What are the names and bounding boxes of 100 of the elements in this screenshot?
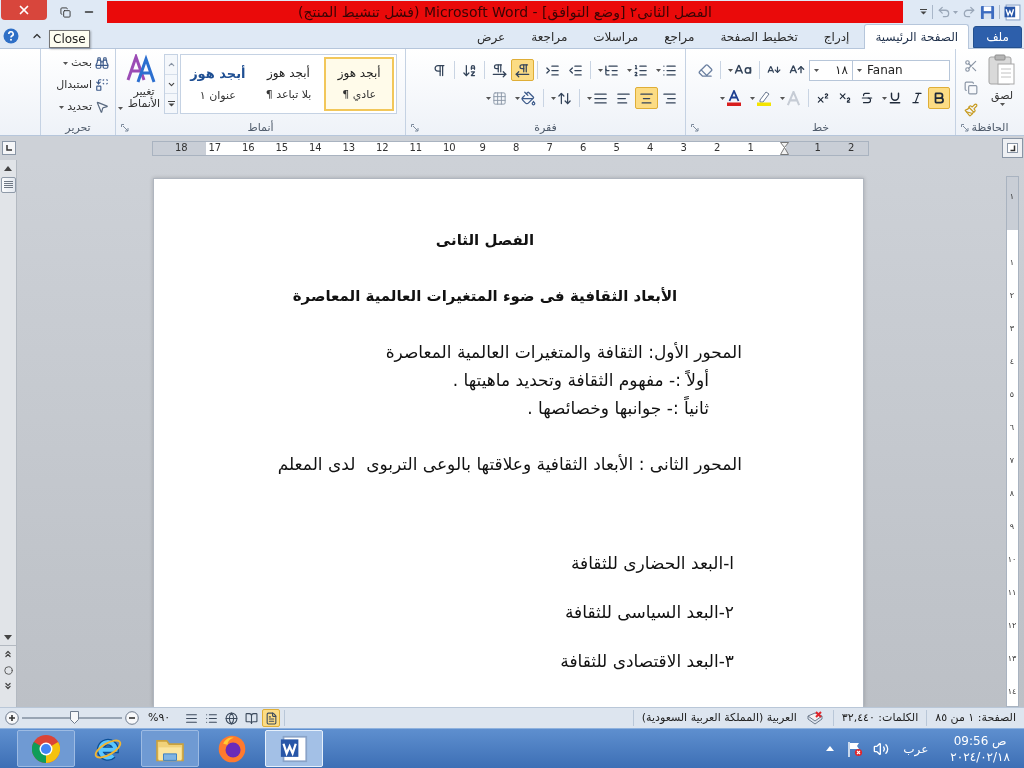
- bold-button[interactable]: [928, 87, 950, 109]
- list-icon: [204, 711, 218, 725]
- rtl-direction-button[interactable]: [511, 59, 534, 81]
- ruler-number: ١٤: [1007, 687, 1017, 696]
- ruler-number: ١٣: [1007, 654, 1017, 663]
- ruler-number: ١٢: [1007, 621, 1017, 630]
- ruler-number: 18: [174, 142, 188, 154]
- style-tile[interactable]: أبجد هوز عنوان ١: [183, 57, 253, 111]
- print-view-button[interactable]: [262, 709, 281, 727]
- clipboard-icon: [987, 54, 1017, 86]
- zoom-in-button[interactable]: [5, 711, 19, 725]
- zoom-out-button[interactable]: [125, 711, 139, 725]
- caret-icon: [63, 61, 69, 65]
- indent-marker-icon[interactable]: [779, 141, 789, 155]
- ruler-number: 1: [814, 142, 821, 154]
- scrollbar-thumb[interactable]: [0, 177, 16, 193]
- style-tile[interactable]: أبجد هوز بلا تباعد ¶: [253, 57, 324, 111]
- font-size-field[interactable]: ١٨: [809, 59, 852, 81]
- flag-icon[interactable]: [847, 740, 864, 757]
- show-hidden-icons-button[interactable]: [826, 746, 835, 751]
- italic-icon: [910, 91, 924, 105]
- ring-logo-icon: [32, 734, 60, 763]
- replace-button[interactable]: استبدال: [56, 75, 109, 95]
- ruler-number: 1: [747, 142, 754, 154]
- file-tab[interactable]: ملف: [973, 26, 1022, 48]
- w-logo-icon: [1004, 3, 1021, 21]
- ribbon-tab[interactable]: مراجعة: [520, 26, 579, 48]
- group-label: تحرير: [65, 120, 91, 135]
- ribbon-tab[interactable]: الصفحة الرئيسية: [864, 24, 970, 49]
- ruler-number: 2: [714, 142, 721, 154]
- font-name-field[interactable]: Fanan: [852, 59, 950, 81]
- select-button[interactable]: تحديد: [59, 97, 109, 117]
- grid-icon: [492, 90, 507, 106]
- style-tile[interactable]: أبجد هوز عادي ¶: [324, 57, 394, 111]
- view-ruler-icon[interactable]: [1001, 138, 1023, 158]
- ribbon-tab[interactable]: تخطيط الصفحة: [709, 26, 809, 48]
- clock[interactable]: ص 09:56 ٢٠٢٤/٠٢/١٨: [950, 732, 1010, 765]
- paste-button[interactable]: لصق: [984, 54, 1020, 106]
- word-count[interactable]: الكلمات: ٣٢,٤٤٠: [837, 709, 923, 727]
- ruler-number: ١٠: [1007, 555, 1017, 564]
- align-center-icon: [639, 90, 654, 106]
- tab-stop-icon[interactable]: [1, 141, 16, 155]
- bulleted-list-icon: [662, 62, 677, 78]
- page-count[interactable]: الصفحة: ١ من ٨٥: [931, 709, 1020, 727]
- ruler-number: 3: [680, 142, 687, 154]
- ribbon-tab[interactable]: مراجع: [653, 26, 706, 48]
- double-chevron-down-icon: [3, 681, 13, 691]
- align-center-button[interactable]: [635, 87, 658, 109]
- dialog-launcher-icon[interactable]: [121, 123, 129, 132]
- caret-icon: [728, 68, 733, 72]
- document-paragraph: المحور الأول: الثقافة والمتغيرات العالمية المعاصرة: [384, 341, 742, 364]
- ruler-number: ٨: [1009, 489, 1015, 498]
- ruler-number: ٤: [1009, 357, 1015, 366]
- lines-icon: [184, 711, 198, 725]
- caret-icon: [953, 10, 958, 14]
- dialog-launcher-icon[interactable]: [961, 123, 969, 132]
- paintbrush-icon: [964, 103, 978, 117]
- double-a-icon: [126, 54, 156, 84]
- faded-letter-a-icon: [786, 90, 801, 106]
- ruler-number: 6: [580, 142, 587, 154]
- caret-icon: [59, 105, 65, 109]
- align-justify-icon: [593, 90, 608, 106]
- find-button[interactable]: بحث: [63, 53, 109, 73]
- zoom-slider-thumb[interactable]: [70, 711, 80, 724]
- w-logo-icon: [280, 734, 308, 763]
- binoculars-icon: [95, 56, 109, 70]
- language-indicator[interactable]: العربية (المملكة العربية السعودية): [637, 709, 801, 727]
- paint-bucket-icon: [521, 90, 536, 106]
- caret-icon: [486, 96, 491, 100]
- input-language[interactable]: عرب: [903, 739, 929, 758]
- change-styles-button[interactable]: تغيير الأنماط: [120, 54, 162, 110]
- tooltip: Close: [49, 30, 90, 48]
- ribbon-tab[interactable]: عرض: [466, 26, 517, 48]
- caret-icon: [814, 68, 819, 72]
- pilcrow-left-icon: [515, 62, 530, 78]
- ruler-number: 14: [308, 142, 322, 154]
- open-book-icon: [244, 711, 258, 725]
- ruler-number: 2: [848, 142, 855, 154]
- window-title: الفصل الثانى٢ [وضع التوافق] - Microsoft Word (فشل تنشيط المنتج): [298, 2, 712, 23]
- ruler-number: 11: [409, 142, 423, 154]
- book-x-icon[interactable]: [806, 711, 823, 725]
- zoom-level[interactable]: ٩٠%: [148, 709, 171, 727]
- ribbon-tab[interactable]: إدراج: [812, 26, 861, 48]
- close-button[interactable]: [1, 0, 47, 20]
- ribbon-tab[interactable]: مراسلات: [582, 26, 650, 48]
- dialog-launcher-icon[interactable]: [411, 123, 419, 132]
- caret-icon: [882, 96, 887, 100]
- indent-decrease-icon: [568, 62, 583, 78]
- web-view-button[interactable]: [222, 709, 241, 727]
- ruler-number: 10: [442, 142, 456, 154]
- dialog-launcher-icon[interactable]: [691, 123, 699, 132]
- taskbar-app-button[interactable]: [17, 730, 75, 767]
- tree-list-icon: [604, 62, 619, 78]
- bar-caret-icon: [167, 100, 175, 107]
- save-button[interactable]: [980, 3, 995, 21]
- document-paragraph: ثانياً :- جوانبها وخصائصها .: [526, 395, 709, 421]
- caret-icon: [515, 96, 520, 100]
- help-icon[interactable]: [3, 28, 19, 44]
- ruler-number: 5: [613, 142, 620, 154]
- speaker-icon[interactable]: [873, 740, 890, 757]
